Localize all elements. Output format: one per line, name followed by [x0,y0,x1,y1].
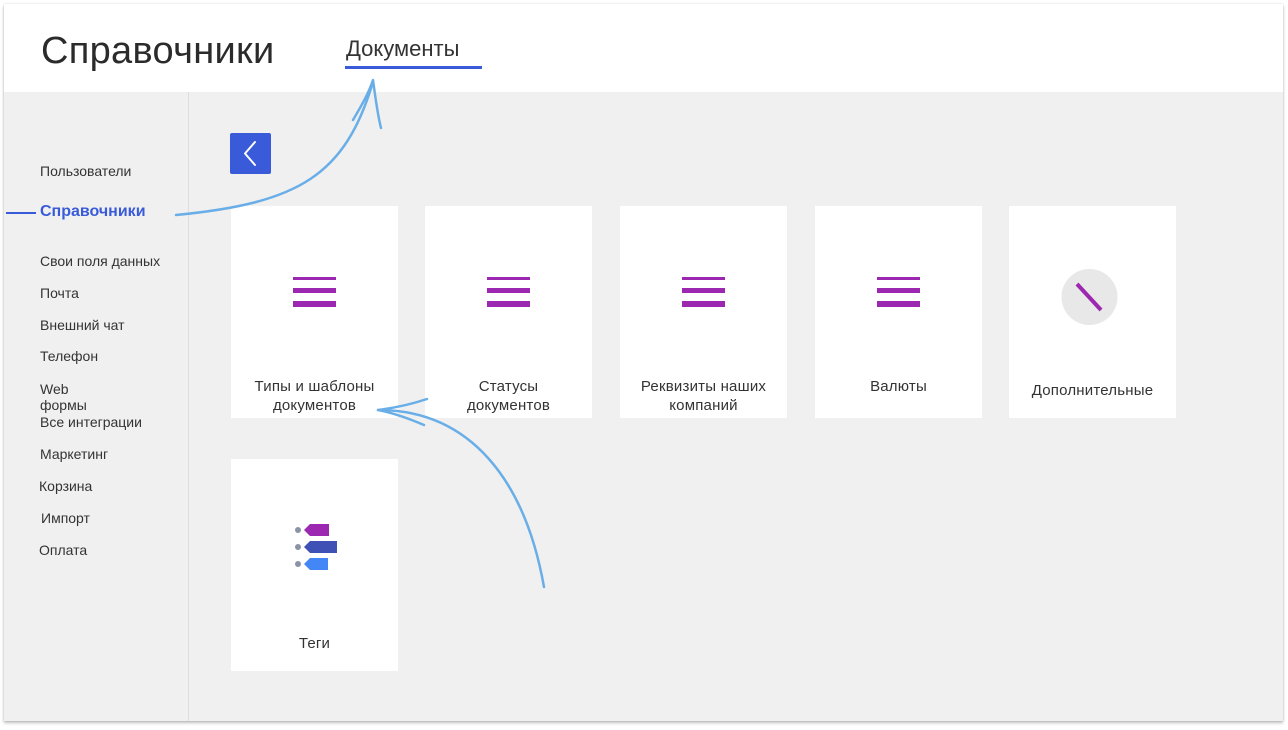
card-label-line2: документов [466,397,551,414]
sidebar-item-payment[interactable]: Оплата [39,542,87,558]
card-company-details[interactable]: Реквизиты наших компаний [620,206,787,418]
card-label-line2: компаний [669,397,738,414]
tab-documents[interactable]: Документы [346,36,459,62]
back-button[interactable] [230,133,271,174]
sidebar-item-forms[interactable]: формы [40,397,87,413]
app-window: Справочники Документы Пользователи Справ… [4,4,1283,721]
card-document-statuses[interactable]: Статусы документов [425,206,592,418]
card-label: Дополнительные [1031,382,1154,399]
sidebar-item-external-chat[interactable]: Внешний чат [40,317,125,333]
page-title: Справочники [41,30,275,72]
sidebar-item-users[interactable]: Пользователи [40,163,131,179]
card-document-types[interactable]: Типы и шаблоны документов [231,206,398,418]
sidebar-item-cart[interactable]: Корзина [39,478,92,494]
card-label-line2: документов [272,397,357,414]
sidebar-item-phone[interactable]: Телефон [40,348,98,364]
sidebar-item-web[interactable]: Web [40,381,69,397]
slash-circle-icon [1061,269,1118,325]
sidebar-item-all-integrations[interactable]: Все интеграции [40,414,142,430]
sidebar: Пользователи Справочники Свои поля данны… [4,92,189,721]
sidebar-active-indicator [6,212,36,214]
tags-icon [295,524,337,570]
card-tags[interactable]: Теги [231,459,398,671]
sidebar-item-mail[interactable]: Почта [40,285,79,301]
card-label-line1: Реквизиты наших [640,378,767,395]
list-icon [877,277,920,307]
card-currencies[interactable]: Валюты [815,206,982,418]
card-label-line1: Статусы [478,378,539,395]
list-icon [487,277,530,307]
card-additional[interactable]: Дополнительные [1009,206,1176,418]
card-label: Валюты [870,378,927,395]
list-icon [293,277,336,307]
sidebar-item-marketing[interactable]: Маркетинг [40,446,108,462]
list-icon [682,277,725,307]
sidebar-item-custom-fields[interactable]: Свои поля данных [40,253,160,269]
card-label-line1: Типы и шаблоны [254,378,375,395]
sidebar-item-directories[interactable]: Справочники [40,204,146,220]
card-label: Теги [298,635,331,652]
header: Справочники Документы [4,4,1283,92]
tab-active-underline [345,66,482,69]
chevron-left-icon [244,141,256,166]
sidebar-item-import[interactable]: Импорт [41,510,90,526]
